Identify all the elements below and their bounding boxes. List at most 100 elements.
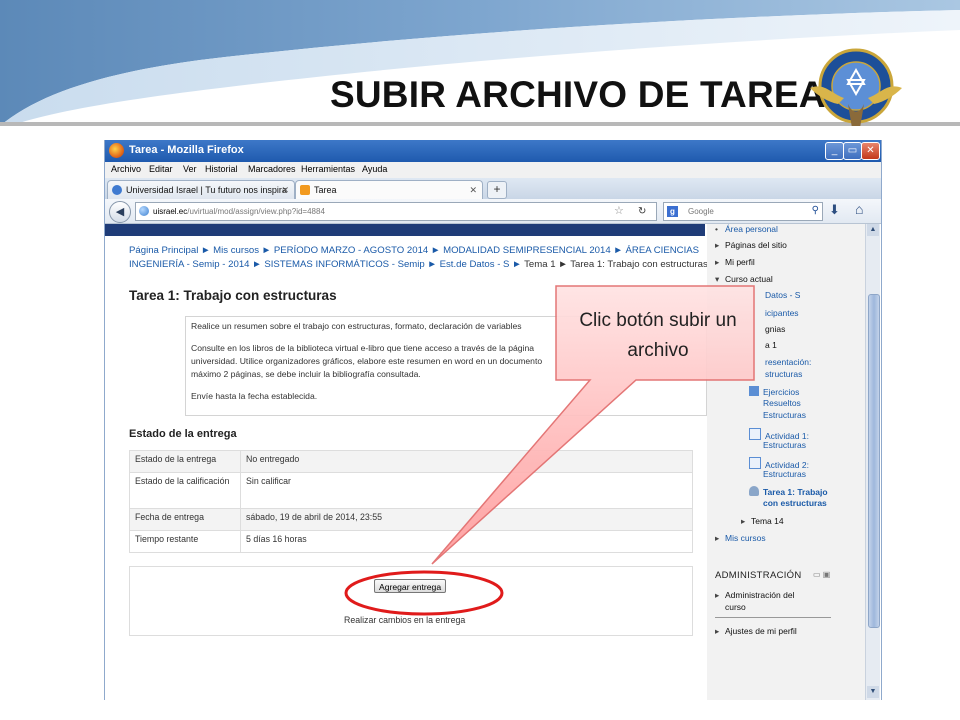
window-title: Tarea - Mozilla Firefox — [129, 144, 244, 156]
sidebar-item-admin-curso[interactable]: ▸ Administración del — [715, 590, 794, 601]
sidebar-item-paginas-sitio[interactable]: ▸ Páginas del sitio — [715, 240, 787, 251]
menu-archivo[interactable]: Archivo — [111, 164, 141, 174]
download-icon[interactable]: ⬇ — [829, 202, 840, 218]
new-tab-button[interactable]: + — [487, 181, 507, 199]
intro-line: universidad. Utilice organizadores gráfi… — [191, 356, 543, 366]
sidebar-item-tarea-1[interactable]: Tarea 1: Trabajo — [749, 486, 828, 497]
page-scrollbar[interactable]: ▲ ▼ — [865, 224, 880, 700]
sidebar-item-insignias[interactable]: gnias — [765, 324, 785, 334]
chevron-right-icon: ▸ — [715, 590, 720, 600]
breadcrumb-line-1[interactable]: Página Principal ► Mis cursos ► PERÍODO … — [129, 244, 711, 258]
chevron-right-icon: ▸ — [715, 257, 720, 267]
url-bar[interactable]: uisrael.ec/uvirtual/mod/assign/view.php?… — [135, 202, 657, 221]
status-value: 5 días 16 horas — [240, 530, 693, 553]
close-tab-icon[interactable]: ✕ — [281, 181, 289, 199]
menu-editar[interactable]: Editar — [149, 164, 173, 174]
window-titlebar[interactable]: Tarea - Mozilla Firefox _ ▭ ✕ — [105, 140, 881, 162]
sidebar-item-ejercicios-3[interactable]: Estructuras — [763, 410, 806, 420]
site-identity-icon[interactable] — [139, 206, 149, 216]
sidebar-item-participantes[interactable]: icipantes — [765, 308, 799, 318]
sidebar-item-mi-perfil[interactable]: ▸ Mi perfil — [715, 257, 755, 268]
sidebar-item-tema-14[interactable]: ▸ Tema 14 — [741, 516, 784, 527]
sidebar-item-mis-cursos[interactable]: ▸ Mis cursos — [715, 533, 766, 544]
bookmark-star-icon[interactable]: ☆ — [614, 203, 624, 220]
sidebar-item-area-personal[interactable]: • Área personal — [715, 224, 778, 234]
close-tab-icon[interactable]: ✕ — [469, 181, 477, 199]
document-icon — [749, 457, 761, 469]
sidebar-item-course[interactable]: Datos - S — [765, 290, 800, 300]
home-icon[interactable]: ⌂ — [855, 201, 863, 217]
navigation-bar: ◀ uisrael.ec/uvirtual/mod/assign/view.ph… — [105, 199, 881, 224]
intro-line: Realice un resumen sobre el trabajo con … — [191, 321, 522, 331]
sidebar-item-tema-1[interactable]: a 1 — [765, 340, 777, 350]
chevron-down-icon: ▾ — [715, 274, 720, 284]
sidebar-item-presentacion-2[interactable]: structuras — [765, 369, 802, 379]
search-icon[interactable]: ⚲ — [812, 202, 819, 219]
assignment-icon — [749, 486, 759, 496]
chevron-right-icon: ▸ — [741, 516, 746, 526]
chevron-right-icon: ▸ — [715, 240, 720, 250]
firefox-window: Tarea - Mozilla Firefox _ ▭ ✕ Archivo Ed… — [104, 140, 882, 700]
status-value: Sin calificar — [240, 472, 693, 509]
close-window-button[interactable]: ✕ — [861, 142, 880, 160]
bullet-icon: • — [715, 224, 718, 234]
tab-label: Universidad Israel | Tu futuro nos inspi… — [126, 185, 287, 195]
intro-line: Consulte en los libros de la biblioteca … — [191, 343, 534, 353]
add-submission-button[interactable]: Agregar entrega — [374, 579, 447, 593]
sidebar-item-ajustes-perfil[interactable]: ▸ Ajustes de mi perfil — [715, 626, 797, 637]
status-label: Fecha de entrega — [129, 508, 241, 531]
search-bar[interactable]: g Google ⚲ — [663, 202, 823, 221]
callout-line: archivo — [627, 340, 689, 361]
moodle-icon — [300, 185, 310, 195]
tab-universidad-israel[interactable]: Universidad Israel | Tu futuro nos inspi… — [107, 180, 295, 199]
sidebar-item-tarea-1-b[interactable]: con estructuras — [763, 498, 827, 508]
status-value: No entregado — [240, 450, 693, 473]
sidebar-item-admin-curso-2[interactable]: curso — [725, 602, 746, 612]
intro-line: máximo 2 páginas, se debe incluir la bib… — [191, 369, 421, 379]
page-header-strip — [105, 224, 705, 236]
sidebar-item-ejercicios-2[interactable]: Resueltos — [763, 398, 801, 408]
assignment-title: Tarea 1: Trabajo con estructuras — [129, 288, 337, 303]
search-placeholder: Google — [688, 207, 714, 216]
globe-icon — [112, 185, 122, 195]
menu-herramientas[interactable]: Herramientas — [301, 164, 355, 174]
callout-line: Clic botón subir un — [579, 310, 737, 331]
scroll-down-icon[interactable]: ▼ — [867, 686, 879, 698]
maximize-button[interactable]: ▭ — [843, 142, 862, 160]
tab-bar: Universidad Israel | Tu futuro nos inspi… — [105, 178, 881, 200]
status-value: sábado, 19 de abril de 2014, 23:55 — [240, 508, 693, 531]
breadcrumb-current: Tema 1 ► Tarea 1: Trabajo con estructura… — [524, 259, 708, 270]
back-arrow-icon[interactable]: ◀ — [109, 201, 131, 223]
menu-historial[interactable]: Historial — [205, 164, 238, 174]
submission-status-table: Estado de la entrega No entregado Estado… — [129, 450, 693, 553]
block-controls-icon[interactable]: ▭ ▣ — [813, 570, 830, 579]
menu-ayuda[interactable]: Ayuda — [362, 164, 387, 174]
breadcrumb-links[interactable]: INGENIERÍA - Semip - 2014 ► SISTEMAS INF… — [129, 259, 522, 270]
url-path: /uvirtual/mod/assign/view.php?id=4884 — [187, 207, 325, 216]
slide-header: SUBIR ARCHIVO DE TAREA — [0, 0, 960, 126]
tab-tarea[interactable]: Tarea ✕ — [295, 180, 483, 199]
menu-marcadores[interactable]: Marcadores — [248, 164, 296, 174]
sidebar-item-presentacion[interactable]: resentación: — [765, 357, 811, 367]
table-row: Tiempo restante 5 días 16 horas — [129, 530, 693, 553]
scroll-up-icon[interactable]: ▲ — [867, 224, 879, 236]
intro-line: Envíe hasta la fecha establecida. — [191, 391, 318, 401]
reload-icon[interactable]: ↻ — [638, 203, 646, 220]
sidebar-item-ejercicios[interactable]: Ejercicios — [749, 386, 799, 397]
status-label: Tiempo restante — [129, 530, 241, 553]
menu-ver[interactable]: Ver — [183, 164, 197, 174]
folder-icon — [749, 386, 759, 396]
admin-block-heading: ADMINISTRACIÓN — [715, 570, 802, 581]
document-icon — [749, 428, 761, 440]
google-icon[interactable]: g — [667, 206, 678, 217]
slide-title: SUBIR ARCHIVO DE TAREA — [330, 74, 826, 115]
scroll-thumb[interactable] — [868, 294, 880, 628]
status-label: Estado de la entrega — [129, 450, 241, 473]
sidebar-item-curso-actual[interactable]: ▾ Curso actual — [715, 274, 773, 285]
submission-help-text: Realizar cambios en la entrega — [344, 615, 466, 625]
submission-status-heading: Estado de la entrega — [129, 428, 237, 440]
sidebar-item-actividad-1-b[interactable]: Estructuras — [763, 440, 806, 450]
minimize-button[interactable]: _ — [825, 142, 844, 160]
chevron-right-icon: ▸ — [715, 626, 720, 636]
sidebar-item-actividad-2-b[interactable]: Estructuras — [763, 469, 806, 479]
